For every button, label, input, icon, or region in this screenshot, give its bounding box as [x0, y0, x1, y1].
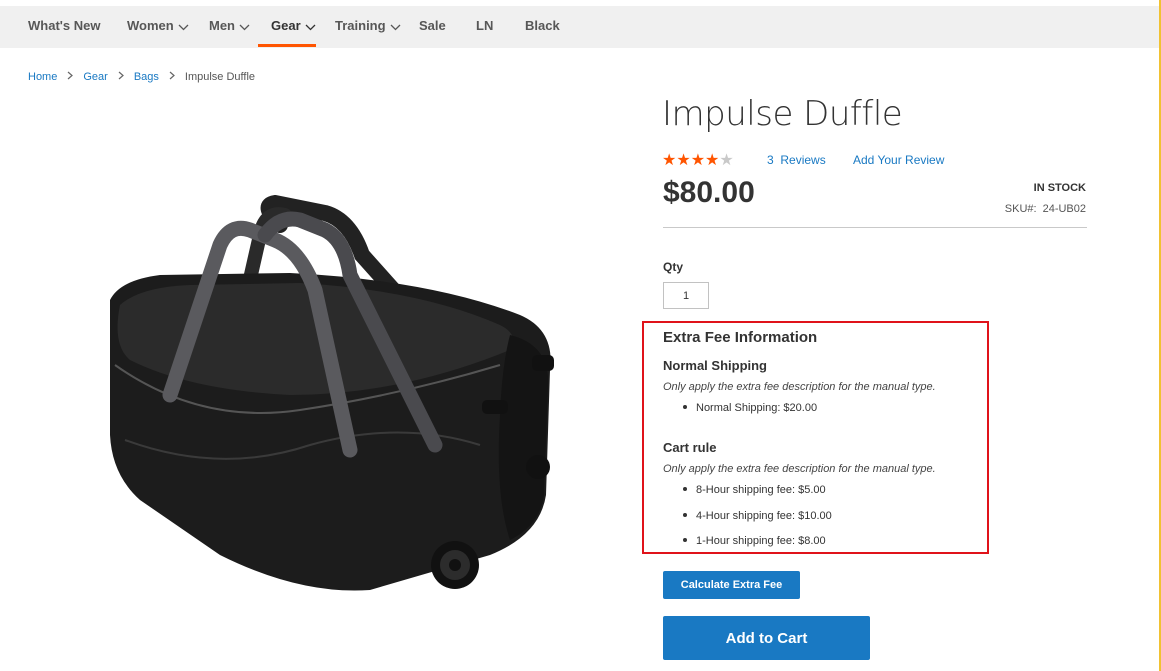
- fee-item-text: 8-Hour shipping fee: $5.00: [696, 484, 826, 496]
- active-nav-indicator: [258, 44, 316, 47]
- add-to-cart-button[interactable]: Add to Cart: [663, 616, 870, 660]
- nav-item-label: Men: [209, 18, 235, 33]
- chevron-right-icon: [118, 71, 124, 83]
- fee-section-title: Normal Shipping: [663, 358, 767, 373]
- breadcrumb-current: Impulse Duffle: [184, 71, 255, 83]
- breadcrumb: Home Gear Bags Impulse Duffle: [28, 71, 255, 83]
- nav-item-label: What's New: [28, 18, 101, 33]
- star-filled-icon: ★: [662, 152, 677, 169]
- fee-list-item: 1-Hour shipping fee: $8.00: [683, 535, 826, 547]
- bullet-icon: [683, 487, 687, 492]
- chevron-down-icon: [178, 7, 189, 47]
- sku-label: SKU#:: [1004, 203, 1037, 215]
- chevron-down-icon: [305, 7, 316, 47]
- star-filled-icon: ★: [705, 152, 720, 169]
- bullet-icon: [683, 538, 687, 543]
- extra-fee-title: Extra Fee Information: [663, 329, 818, 346]
- qty-label: Qty: [663, 260, 684, 274]
- star-filled-icon: ★: [676, 152, 691, 169]
- fee-item-text: 1-Hour shipping fee: $8.00: [696, 535, 826, 547]
- sku-value: 24-UB02: [1042, 203, 1086, 215]
- chevron-down-icon: [239, 7, 250, 47]
- bullet-icon: [683, 513, 687, 518]
- fee-list-item: Normal Shipping: $20.00: [683, 402, 817, 414]
- fee-item-text: Normal Shipping: $20.00: [696, 402, 818, 414]
- bullet-icon: [683, 405, 687, 410]
- rating-stars: ★★★★★: [662, 150, 734, 170]
- nav-item-label: Black: [525, 18, 560, 33]
- nav-item-gear[interactable]: Gear: [271, 6, 316, 48]
- chevron-down-icon: [390, 7, 401, 47]
- nav-item-sale[interactable]: Sale: [419, 6, 446, 48]
- breadcrumb-bags[interactable]: Bags: [134, 71, 159, 83]
- nav-item-whats-new[interactable]: What's New: [28, 6, 100, 48]
- nav-item-label: Training: [335, 18, 386, 33]
- fee-list-item: 8-Hour shipping fee: $5.00: [683, 484, 826, 496]
- nav-item-training[interactable]: Training: [335, 6, 401, 48]
- star-empty-icon: ★: [719, 152, 734, 169]
- add-review-link[interactable]: Add Your Review: [853, 153, 944, 167]
- star-filled-icon: ★: [690, 152, 706, 169]
- main-navigation: What's New Women Men Gear Training Sale …: [0, 6, 1159, 48]
- stock-status: In stock: [1033, 182, 1086, 194]
- product-title: Impulse Duffle: [662, 94, 903, 134]
- nav-item-label: LN: [476, 18, 494, 33]
- fee-section-title: Cart rule: [663, 440, 717, 455]
- divider: [663, 227, 1087, 228]
- nav-item-black[interactable]: Black: [525, 6, 560, 48]
- reviews-count: 3: [767, 153, 774, 167]
- qty-input[interactable]: [663, 282, 709, 309]
- fee-item-text: 4-Hour shipping fee: $10.00: [696, 510, 832, 522]
- product-image[interactable]: [100, 194, 560, 600]
- chevron-right-icon: [67, 71, 74, 83]
- product-sku: SKU#: 24-UB02: [1005, 203, 1086, 215]
- nav-item-label: Sale: [419, 18, 446, 33]
- calculate-extra-fee-button[interactable]: Calculate Extra Fee: [663, 571, 800, 599]
- fee-section-description: Only apply the extra fee description for…: [663, 463, 936, 475]
- reviews-label: Reviews: [780, 153, 826, 167]
- breadcrumb-gear[interactable]: Gear: [83, 71, 107, 83]
- product-price: $80.00: [663, 176, 755, 209]
- nav-item-men[interactable]: Men: [209, 6, 250, 48]
- chevron-right-icon: [169, 71, 175, 83]
- nav-item-label: Women: [127, 18, 174, 33]
- nav-item-women[interactable]: Women: [127, 6, 189, 48]
- fee-list-item: 4-Hour shipping fee: $10.00: [683, 510, 832, 522]
- duffle-bag-illustration: [110, 194, 554, 591]
- fee-section-description: Only apply the extra fee description for…: [663, 381, 936, 393]
- reviews-link[interactable]: 3 Reviews: [767, 153, 826, 167]
- nav-item-ln[interactable]: LN: [476, 6, 493, 48]
- breadcrumb-home[interactable]: Home: [28, 71, 57, 83]
- nav-item-label: Gear: [271, 18, 301, 33]
